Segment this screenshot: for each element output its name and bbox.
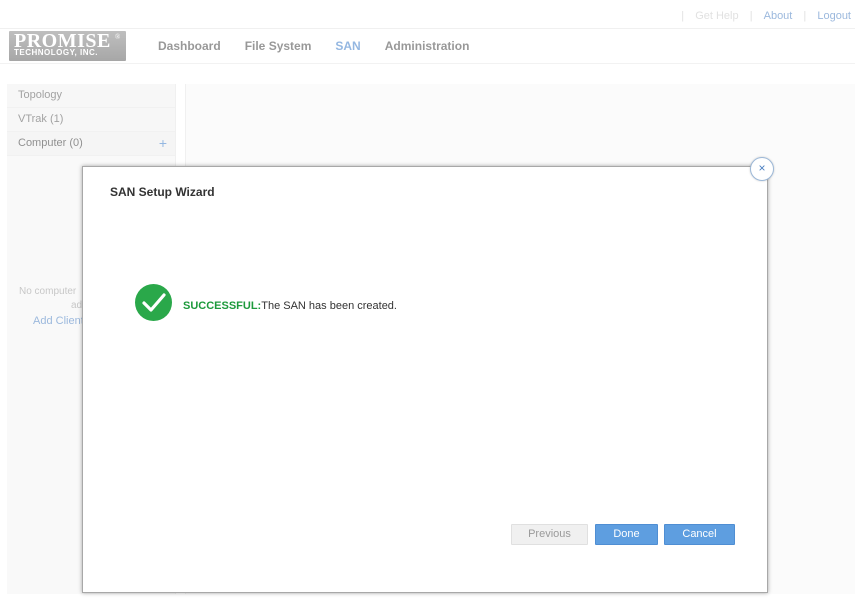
status-text: The SAN has been created.	[261, 300, 397, 312]
status-label: SUCCESSFUL:	[183, 300, 262, 312]
close-icon[interactable]: ×	[750, 157, 774, 181]
dialog-title: SAN Setup Wizard	[110, 185, 215, 199]
cancel-button[interactable]: Cancel	[664, 524, 735, 545]
previous-button[interactable]: Previous	[511, 524, 588, 545]
status-message: SUCCESSFUL:The SAN has been created.	[183, 300, 397, 312]
done-button[interactable]: Done	[595, 524, 658, 545]
success-check-icon	[135, 284, 172, 321]
san-setup-wizard-dialog: SAN Setup Wizard SUCCESSFUL:The SAN has …	[82, 166, 768, 593]
